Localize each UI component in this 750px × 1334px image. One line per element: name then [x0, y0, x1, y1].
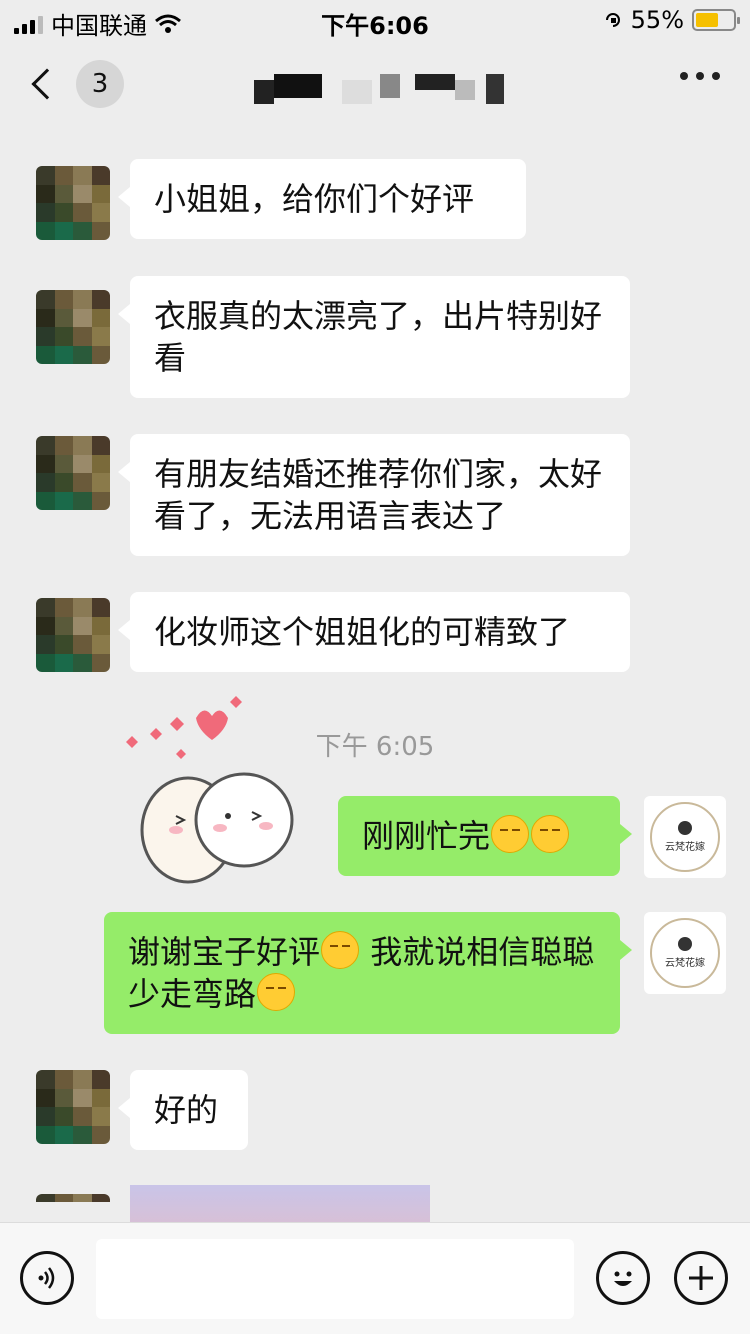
hand-over-mouth-emoji — [257, 973, 296, 1011]
message-input[interactable] — [96, 1239, 574, 1319]
image-message[interactable] — [130, 1185, 430, 1225]
more-button[interactable] — [680, 72, 720, 80]
sender-avatar[interactable] — [36, 1194, 110, 1224]
own-avatar[interactable]: 云梵花嫁 — [644, 912, 726, 994]
battery-percent: 55% — [630, 6, 684, 34]
message-text: 刚刚忙完 — [362, 817, 491, 855]
sender-avatar[interactable] — [36, 598, 110, 672]
emoji-button[interactable] — [596, 1251, 650, 1305]
sender-avatar[interactable] — [36, 1070, 110, 1144]
chat-timestamp: 下午 6:05 — [315, 732, 435, 762]
message-text: 好的 — [154, 1091, 219, 1129]
input-bar — [0, 1222, 750, 1334]
brand-name: 云梵花嫁 — [665, 842, 705, 853]
brand-logo-ring: 云梵花嫁 — [650, 802, 720, 872]
message-text: 化妆师这个姐姐化的可精致了 — [154, 613, 571, 651]
plus-button[interactable] — [674, 1251, 728, 1305]
status-bar: 中国联通 下午6:06 55% — [0, 0, 750, 42]
plus-icon — [689, 1266, 713, 1290]
brand-name: 云梵花嫁 — [665, 958, 705, 969]
sender-avatar[interactable] — [36, 166, 110, 240]
own-avatar[interactable]: 云梵花嫁 — [644, 796, 726, 878]
message-bubble[interactable]: 有朋友结婚还推荐你们家，太好看了，无法用语言表达了 — [118, 434, 630, 556]
brand-logo-icon — [678, 937, 692, 951]
chat-title-obscured — [250, 70, 510, 110]
message-text: 有朋友结婚还推荐你们家，太好看了，无法用语言表达了 — [154, 455, 603, 535]
message-bubble[interactable]: 衣服真的太漂亮了，出片特别好看 — [118, 276, 630, 398]
message-text: 小姐姐，给你们个好评 — [154, 180, 475, 218]
message-bubble[interactable]: 化妆师这个姐姐化的可精致了 — [118, 592, 630, 672]
unread-badge: 3 — [76, 60, 124, 108]
sender-avatar[interactable] — [36, 436, 110, 510]
sender-avatar[interactable] — [36, 290, 110, 364]
blush-emoji — [321, 931, 360, 969]
chat-header: 3 — [0, 42, 750, 126]
smirk-emoji — [491, 815, 530, 853]
more-icon — [680, 72, 688, 80]
smirk-emoji — [531, 815, 570, 853]
voice-icon — [38, 1267, 55, 1289]
brand-logo-icon — [678, 821, 692, 835]
rotation-lock-icon — [605, 13, 620, 27]
battery-icon — [692, 9, 740, 31]
message-text: 谢谢宝子好评 — [128, 933, 321, 971]
hug-sticker[interactable] — [116, 690, 306, 900]
message-bubble-own[interactable]: 刚刚忙完 — [338, 796, 632, 876]
message-text: 衣服真的太漂亮了，出片特别好看 — [154, 297, 603, 377]
status-right: 55% — [603, 6, 740, 34]
message-bubble[interactable]: 好的 — [118, 1070, 248, 1150]
message-bubble[interactable]: 小姐姐，给你们个好评 — [118, 159, 526, 239]
brand-logo-ring: 云梵花嫁 — [650, 918, 720, 988]
message-bubble-own[interactable]: 谢谢宝子好评 我就说相信聪聪少走弯路 — [104, 912, 632, 1034]
emoji-icon — [614, 1271, 632, 1286]
back-button[interactable]: 3 — [24, 60, 124, 108]
chevron-left-icon — [31, 68, 63, 100]
voice-button[interactable] — [20, 1251, 74, 1305]
